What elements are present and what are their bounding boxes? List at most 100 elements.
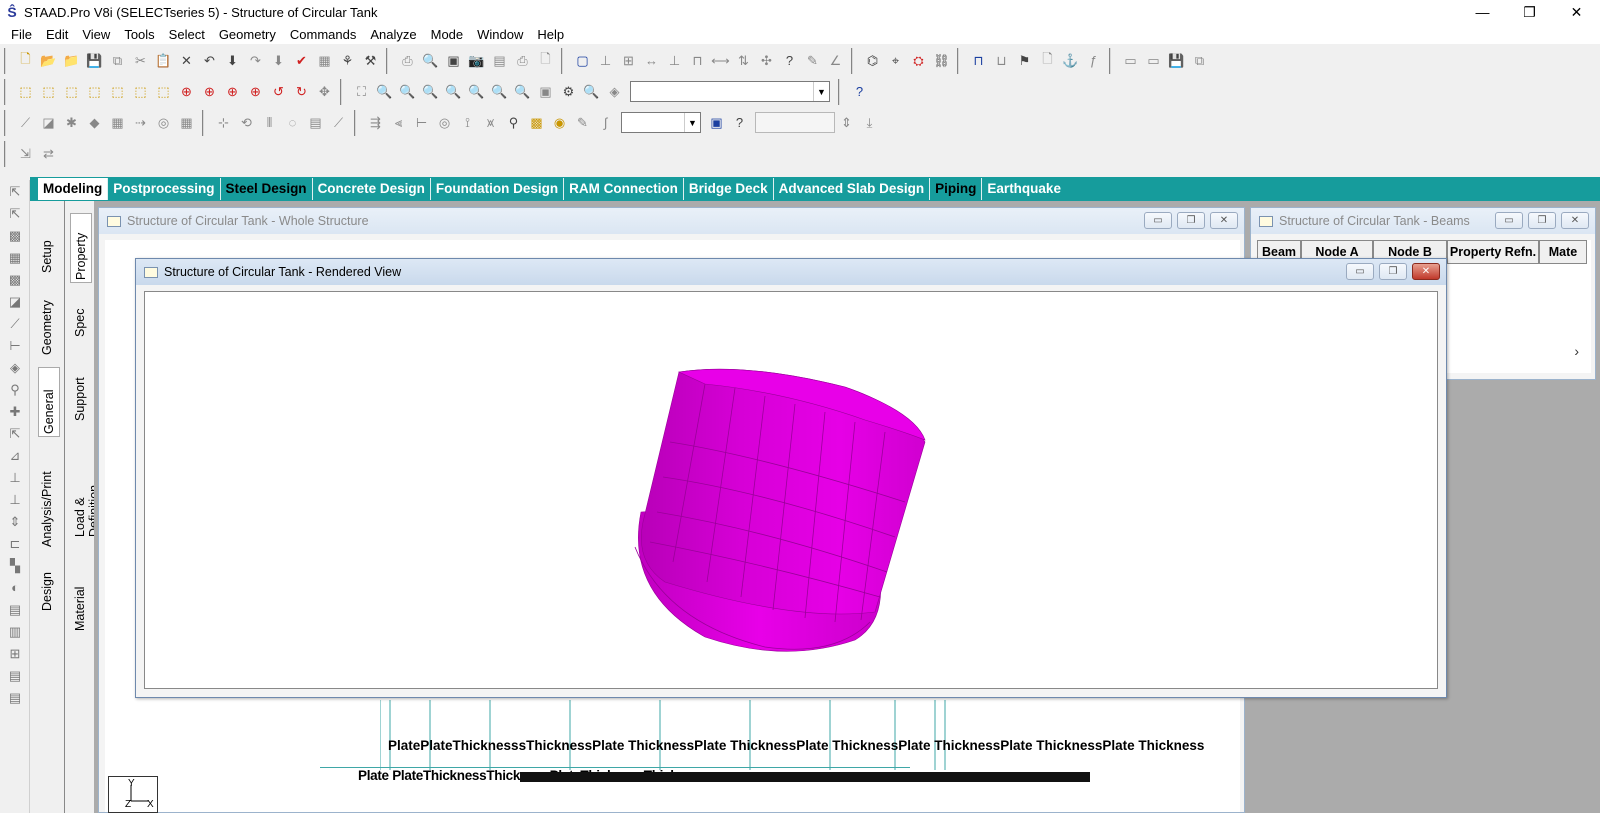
spin-left-icon[interactable]: ↺ bbox=[267, 81, 290, 103]
hammer-icon[interactable]: ⚒ bbox=[359, 50, 382, 72]
column-header-property-refn[interactable]: Property Refn. bbox=[1447, 240, 1539, 264]
beam-mode-icon[interactable]: ⊓ bbox=[967, 50, 990, 72]
table-icon[interactable]: ▤ bbox=[304, 112, 327, 134]
formula-icon[interactable]: ƒ bbox=[1082, 50, 1105, 72]
chevron-down-icon[interactable]: ▼ bbox=[813, 82, 829, 101]
label-icon[interactable]: ⊞ bbox=[617, 50, 640, 72]
nodes-cursor-icon[interactable]: ⇱ bbox=[3, 203, 27, 224]
structure-wizard-icon[interactable]: ⚘ bbox=[336, 50, 359, 72]
circle-grid-icon[interactable]: ◎ bbox=[152, 112, 175, 134]
rotate-up-icon[interactable]: ⊕ bbox=[175, 81, 198, 103]
view-bottom-icon[interactable]: ⬚ bbox=[129, 81, 152, 103]
tab-piping[interactable]: Piping bbox=[930, 178, 983, 200]
view-tool-icon[interactable]: ⊞ bbox=[3, 643, 27, 664]
zoom-dynamic-icon[interactable]: 🔍 bbox=[396, 81, 419, 103]
window-icon[interactable]: ▢ bbox=[571, 50, 594, 72]
tab-property[interactable]: Property bbox=[70, 213, 92, 283]
beam-tool-icon[interactable]: ⊥ bbox=[3, 467, 27, 488]
display-tool-icon[interactable]: ◐ bbox=[3, 577, 27, 598]
chevron-down-icon[interactable]: ▼ bbox=[684, 113, 700, 132]
solids-cursor-icon[interactable]: ▩ bbox=[3, 269, 27, 290]
view-iso-icon[interactable]: ⬚ bbox=[152, 81, 175, 103]
magnify-icon[interactable]: 🔍 bbox=[580, 81, 603, 103]
download-icon[interactable]: ⤓ bbox=[858, 112, 881, 134]
menu-geometry[interactable]: Geometry bbox=[212, 27, 283, 42]
paste-icon[interactable]: 📋 bbox=[152, 50, 175, 72]
value-spinner[interactable] bbox=[755, 112, 835, 133]
tab-concrete-design[interactable]: Concrete Design bbox=[313, 178, 431, 200]
report-tool-icon[interactable]: ▤ bbox=[3, 599, 27, 620]
zoom-prev-icon[interactable]: 🔍 bbox=[465, 81, 488, 103]
paint-icon[interactable]: ◈ bbox=[603, 81, 626, 103]
zoom-in-icon[interactable]: 🔍 bbox=[419, 81, 442, 103]
printer-setup-icon[interactable]: ⎙ bbox=[511, 50, 534, 72]
node-cursor-icon[interactable]: ✚ bbox=[3, 401, 27, 422]
close-button[interactable]: ✕ bbox=[1412, 263, 1440, 280]
calculator-icon[interactable]: ▦ bbox=[313, 50, 336, 72]
pan-icon[interactable]: ✥ bbox=[313, 81, 336, 103]
intersect-icon[interactable]: ⩙ bbox=[479, 112, 502, 134]
menu-commands[interactable]: Commands bbox=[283, 27, 363, 42]
sweep-icon[interactable]: ⚲ bbox=[502, 112, 525, 134]
mode-combo[interactable]: ▼ bbox=[621, 112, 701, 133]
tab-modeling[interactable]: Modeling bbox=[38, 178, 109, 200]
add-surface-icon[interactable]: ◆ bbox=[83, 112, 106, 134]
save-icon[interactable]: 💾 bbox=[83, 50, 106, 72]
plate-mode-icon[interactable]: ⊔ bbox=[990, 50, 1013, 72]
split-member-icon[interactable]: ⫷ bbox=[387, 112, 410, 134]
open-view-icon[interactable]: ▭ bbox=[1142, 50, 1165, 72]
label-box-icon[interactable]: ▣ bbox=[705, 112, 728, 134]
stretch-icon[interactable]: ⟟ bbox=[456, 112, 479, 134]
annotate-icon[interactable]: ✎ bbox=[801, 50, 824, 72]
circular-repeat-icon[interactable]: ◌ bbox=[281, 112, 304, 134]
curve-icon[interactable]: ∫ bbox=[594, 112, 617, 134]
menu-mode[interactable]: Mode bbox=[424, 27, 471, 42]
zoom-out-icon[interactable]: 🔍 bbox=[442, 81, 465, 103]
tab-advanced-slab-design[interactable]: Advanced Slab Design bbox=[774, 178, 931, 200]
menu-analyze[interactable]: Analyze bbox=[363, 27, 423, 42]
tab-spec[interactable]: Spec bbox=[73, 297, 87, 338]
minimize-button[interactable]: — bbox=[1459, 0, 1506, 24]
menu-file[interactable]: File bbox=[4, 27, 39, 42]
open-file-icon[interactable]: 📂 bbox=[37, 50, 60, 72]
select-zoom-icon[interactable]: ⚙ bbox=[557, 81, 580, 103]
tab-general[interactable]: General bbox=[38, 367, 60, 437]
move-icon[interactable]: ⊹ bbox=[212, 112, 235, 134]
member-icon[interactable]: ⊓ bbox=[686, 50, 709, 72]
align-icon[interactable]: ⊥ bbox=[663, 50, 686, 72]
page-icon[interactable]: 🗋 bbox=[534, 50, 557, 72]
cylinder-icon[interactable]: ◎ bbox=[433, 112, 456, 134]
scale-icon[interactable]: ⊿ bbox=[3, 445, 27, 466]
view-back-icon[interactable]: ⬚ bbox=[37, 81, 60, 103]
menu-select[interactable]: Select bbox=[162, 27, 212, 42]
rotate-down-icon[interactable]: ⊕ bbox=[198, 81, 221, 103]
tab-setup[interactable]: Setup bbox=[40, 213, 54, 273]
zoom-all-icon[interactable]: ⛶ bbox=[350, 81, 373, 103]
cut-icon[interactable]: ✂ bbox=[129, 50, 152, 72]
new-file-icon[interactable]: 🗋 bbox=[14, 50, 37, 72]
redo-icon[interactable]: ↷ bbox=[244, 50, 267, 72]
save-view-icon[interactable]: ▭ bbox=[1119, 50, 1142, 72]
tab-bridge-deck[interactable]: Bridge Deck bbox=[684, 178, 774, 200]
add-solid-icon[interactable]: ✱ bbox=[60, 112, 83, 134]
mirror-icon[interactable]: ⫴ bbox=[258, 112, 281, 134]
close-button[interactable]: ✕ bbox=[1553, 0, 1600, 24]
rendered-viewport[interactable] bbox=[144, 291, 1438, 689]
color-picker-icon[interactable]: ▩ bbox=[525, 112, 548, 134]
help-question-icon[interactable]: ? bbox=[778, 50, 801, 72]
minimize-button[interactable]: ▭ bbox=[1144, 212, 1172, 229]
pencil-icon[interactable]: ✎ bbox=[571, 112, 594, 134]
document-icon[interactable]: 🗋 bbox=[1036, 50, 1059, 72]
tab-foundation-design[interactable]: Foundation Design bbox=[431, 178, 565, 200]
menu-help[interactable]: Help bbox=[530, 27, 571, 42]
menu-window[interactable]: Window bbox=[470, 27, 530, 42]
tab-material[interactable]: Material bbox=[73, 571, 87, 631]
camera-icon[interactable]: 📷 bbox=[465, 50, 488, 72]
tab-geometry[interactable]: Geometry bbox=[40, 285, 54, 355]
maximize-button[interactable]: ❐ bbox=[1528, 212, 1556, 229]
add-plate-icon[interactable]: ◪ bbox=[37, 112, 60, 134]
minimize-button[interactable]: ▭ bbox=[1495, 212, 1523, 229]
add-beam-icon[interactable]: ⟋ bbox=[14, 112, 37, 134]
close-button[interactable]: ✕ bbox=[1561, 212, 1589, 229]
redo-dropdown-icon[interactable]: ⬇ bbox=[267, 50, 290, 72]
